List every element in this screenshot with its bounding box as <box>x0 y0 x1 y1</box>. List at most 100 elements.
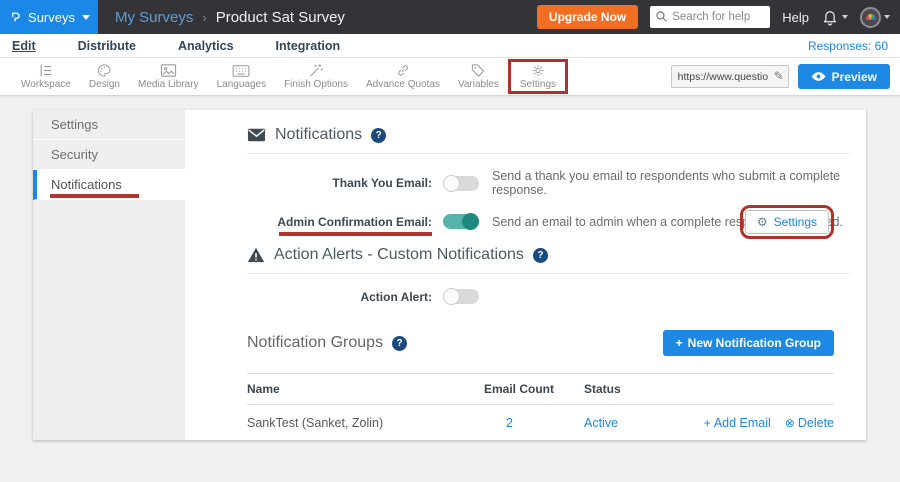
survey-url-field: ✎ <box>671 65 789 88</box>
help-search <box>650 6 770 28</box>
toggle-knob <box>443 288 460 305</box>
notification-groups-table: Name Email Count Status SankTest (Sanket… <box>247 373 834 441</box>
product-menu[interactable]: Surveys <box>0 0 98 34</box>
upgrade-now-button[interactable]: Upgrade Now <box>537 5 638 29</box>
table-row: SankTest (Sanket, Zolin) 2 Active + Add … <box>247 405 834 441</box>
group-email-count-link[interactable]: 2 <box>484 416 584 430</box>
sidebar-item-security[interactable]: Security <box>33 140 185 170</box>
questionpro-logo-icon <box>10 6 21 28</box>
responses-count[interactable]: Responses: 60 <box>808 39 888 53</box>
divider <box>247 153 850 154</box>
sidebar-item-notifications[interactable]: Notifications <box>33 170 185 200</box>
bell-icon <box>821 8 839 26</box>
section-title: Notifications <box>275 126 362 144</box>
pencil-icon[interactable]: ✎ <box>774 69 784 83</box>
action-alerts-section-header: Action Alerts - Custom Notifications ? <box>247 246 850 264</box>
palette-icon <box>96 63 112 78</box>
annotation-underline <box>279 232 432 236</box>
plus-icon: + <box>704 416 711 430</box>
help-icon[interactable]: ? <box>392 336 407 351</box>
chevron-down-icon <box>884 15 890 19</box>
toolbar-right-cluster: ✎ Preview <box>671 64 890 89</box>
help-search-input[interactable] <box>650 6 770 28</box>
admin-confirmation-email-toggle[interactable] <box>443 214 479 229</box>
toolbar-item-languages[interactable]: Languages <box>208 62 276 92</box>
tab-distribute[interactable]: Distribute <box>78 39 136 53</box>
column-header-email-count: Email Count <box>484 382 584 396</box>
topbar-right-cluster: Upgrade Now Help <box>537 0 900 34</box>
action-alert-label: Action Alert: <box>247 290 432 304</box>
breadcrumb: My Surveys › Product Sat Survey <box>115 0 345 34</box>
top-header-bar: Surveys My Surveys › Product Sat Survey … <box>0 0 900 34</box>
toolbar-item-design[interactable]: Design <box>80 61 129 92</box>
avatar <box>860 7 881 28</box>
toggle-knob <box>443 175 460 192</box>
gauge-icon <box>866 14 876 20</box>
tab-edit[interactable]: Edit <box>12 39 36 53</box>
gear-icon <box>530 63 546 78</box>
admin-confirmation-email-row: Admin Confirmation Email: Send an email … <box>247 214 850 229</box>
tag-icon <box>470 63 486 78</box>
delete-link[interactable]: ⊗ Delete <box>785 416 834 430</box>
admin-email-settings-button[interactable]: ⚙ Settings <box>745 210 829 234</box>
preview-button[interactable]: Preview <box>798 64 890 89</box>
divider <box>247 273 850 274</box>
account-menu[interactable] <box>860 7 890 28</box>
notifications-section-header: Notifications ? <box>247 126 850 144</box>
notifications-content: Notifications ? Thank You Email: Send a … <box>185 110 866 440</box>
section-title: Action Alerts - Custom Notifications <box>274 246 524 264</box>
gear-icon: ⚙ <box>757 215 768 229</box>
column-header-status: Status <box>584 382 676 396</box>
envelope-icon <box>247 128 266 142</box>
warning-triangle-icon <box>247 247 265 263</box>
breadcrumb-current: Product Sat Survey <box>216 9 345 26</box>
tab-integration[interactable]: Integration <box>276 39 341 53</box>
admin-confirmation-email-label: Admin Confirmation Email: <box>247 215 432 229</box>
edit-toolbar: Workspace Design Media Library Languages… <box>0 58 900 96</box>
section-title: Notification Groups <box>247 334 383 352</box>
action-alert-row: Action Alert: <box>247 289 850 304</box>
app-window: Surveys My Surveys › Product Sat Survey … <box>0 0 900 482</box>
group-status-link[interactable]: Active <box>584 416 676 430</box>
sidebar-item-settings[interactable]: Settings <box>33 110 185 140</box>
notifications-bell-menu[interactable] <box>821 8 848 26</box>
toolbar-item-settings[interactable]: Settings <box>508 59 568 94</box>
toolbar-item-advance-quotas[interactable]: Advance Quotas <box>357 61 449 92</box>
new-notification-group-button[interactable]: + New Notification Group <box>663 330 834 356</box>
help-link[interactable]: Help <box>782 10 809 25</box>
chain-links-icon <box>395 63 411 78</box>
toolbar-item-media-library[interactable]: Media Library <box>129 61 208 92</box>
group-name: SankTest (Sanket, Zolin) <box>247 416 484 430</box>
tab-analytics[interactable]: Analytics <box>178 39 234 53</box>
image-icon <box>160 63 177 78</box>
settings-panel: Settings Security Notifications Notifica… <box>33 110 866 440</box>
toolbar-item-variables[interactable]: Variables <box>449 61 508 92</box>
survey-url-input[interactable] <box>671 65 789 88</box>
chevron-down-icon <box>842 15 848 19</box>
plus-icon: + <box>676 336 683 350</box>
help-icon[interactable]: ? <box>371 128 386 143</box>
annotation-box: ⚙ Settings <box>740 205 834 239</box>
table-header-row: Name Email Count Status <box>247 373 834 405</box>
thank-you-email-toggle[interactable] <box>443 176 479 191</box>
search-icon <box>655 10 668 23</box>
chevron-down-icon <box>82 15 90 20</box>
action-alert-toggle[interactable] <box>443 289 479 304</box>
toolbar-item-workspace[interactable]: Workspace <box>12 61 80 92</box>
annotation-underline <box>50 194 139 198</box>
eye-icon <box>811 71 826 82</box>
help-icon[interactable]: ? <box>533 248 548 263</box>
column-header-name: Name <box>247 382 484 396</box>
notification-groups-header: Notification Groups ? + New Notification… <box>247 330 850 356</box>
add-email-link[interactable]: + Add Email <box>704 416 771 430</box>
thank-you-email-description: Send a thank you email to respondents wh… <box>492 169 850 197</box>
keyboard-icon <box>232 64 250 78</box>
thank-you-email-row: Thank You Email: Send a thank you email … <box>247 169 850 197</box>
survey-nav: Edit Distribute Analytics Integration Re… <box>0 34 900 58</box>
settings-sidebar: Settings Security Notifications <box>33 110 185 440</box>
breadcrumb-separator: › <box>202 10 206 25</box>
toolbar-item-finish-options[interactable]: Finish Options <box>275 61 357 92</box>
breadcrumb-parent[interactable]: My Surveys <box>115 9 193 26</box>
delete-icon: ⊗ <box>785 416 795 430</box>
workspace-icon <box>37 63 54 78</box>
